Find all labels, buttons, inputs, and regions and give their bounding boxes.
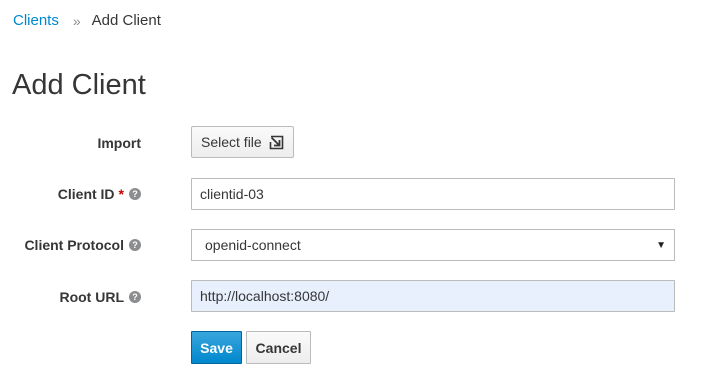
- client-id-label: Client ID * ?: [58, 184, 141, 204]
- client-protocol-label: Client Protocol ?: [24, 235, 141, 255]
- client-protocol-selected-value: openid-connect: [205, 237, 301, 253]
- client-protocol-label-text: Client Protocol: [24, 237, 124, 253]
- select-file-button[interactable]: Select file: [191, 126, 294, 158]
- breadcrumb-separator: »: [72, 13, 81, 29]
- save-button[interactable]: Save: [191, 331, 242, 364]
- cancel-button[interactable]: Cancel: [246, 331, 311, 364]
- breadcrumb-clients-link[interactable]: Clients: [13, 11, 59, 31]
- breadcrumb-current: Add Client: [91, 12, 161, 29]
- required-marker: *: [118, 186, 124, 202]
- import-file-icon: [269, 135, 284, 150]
- client-id-label-text: Client ID: [57, 186, 115, 202]
- client-id-help-icon[interactable]: ?: [129, 188, 141, 200]
- import-label-text: Import: [97, 135, 141, 151]
- client-id-input[interactable]: [191, 178, 675, 210]
- dropdown-caret-icon: ▼: [656, 239, 666, 251]
- root-url-help-icon[interactable]: ?: [129, 291, 141, 303]
- root-url-input[interactable]: [191, 280, 675, 312]
- page-title: Add Client: [12, 69, 146, 101]
- root-url-label: Root URL ?: [59, 287, 141, 307]
- root-url-label-text: Root URL: [59, 289, 124, 305]
- client-protocol-help-icon[interactable]: ?: [129, 239, 141, 251]
- import-label: Import: [97, 133, 141, 153]
- select-file-label: Select file: [201, 134, 262, 150]
- add-client-page: Clients » Add Client Add Client Import S…: [0, 0, 703, 378]
- breadcrumb: Clients » Add Client: [13, 11, 161, 31]
- client-protocol-select[interactable]: openid-connect ▼: [191, 229, 675, 261]
